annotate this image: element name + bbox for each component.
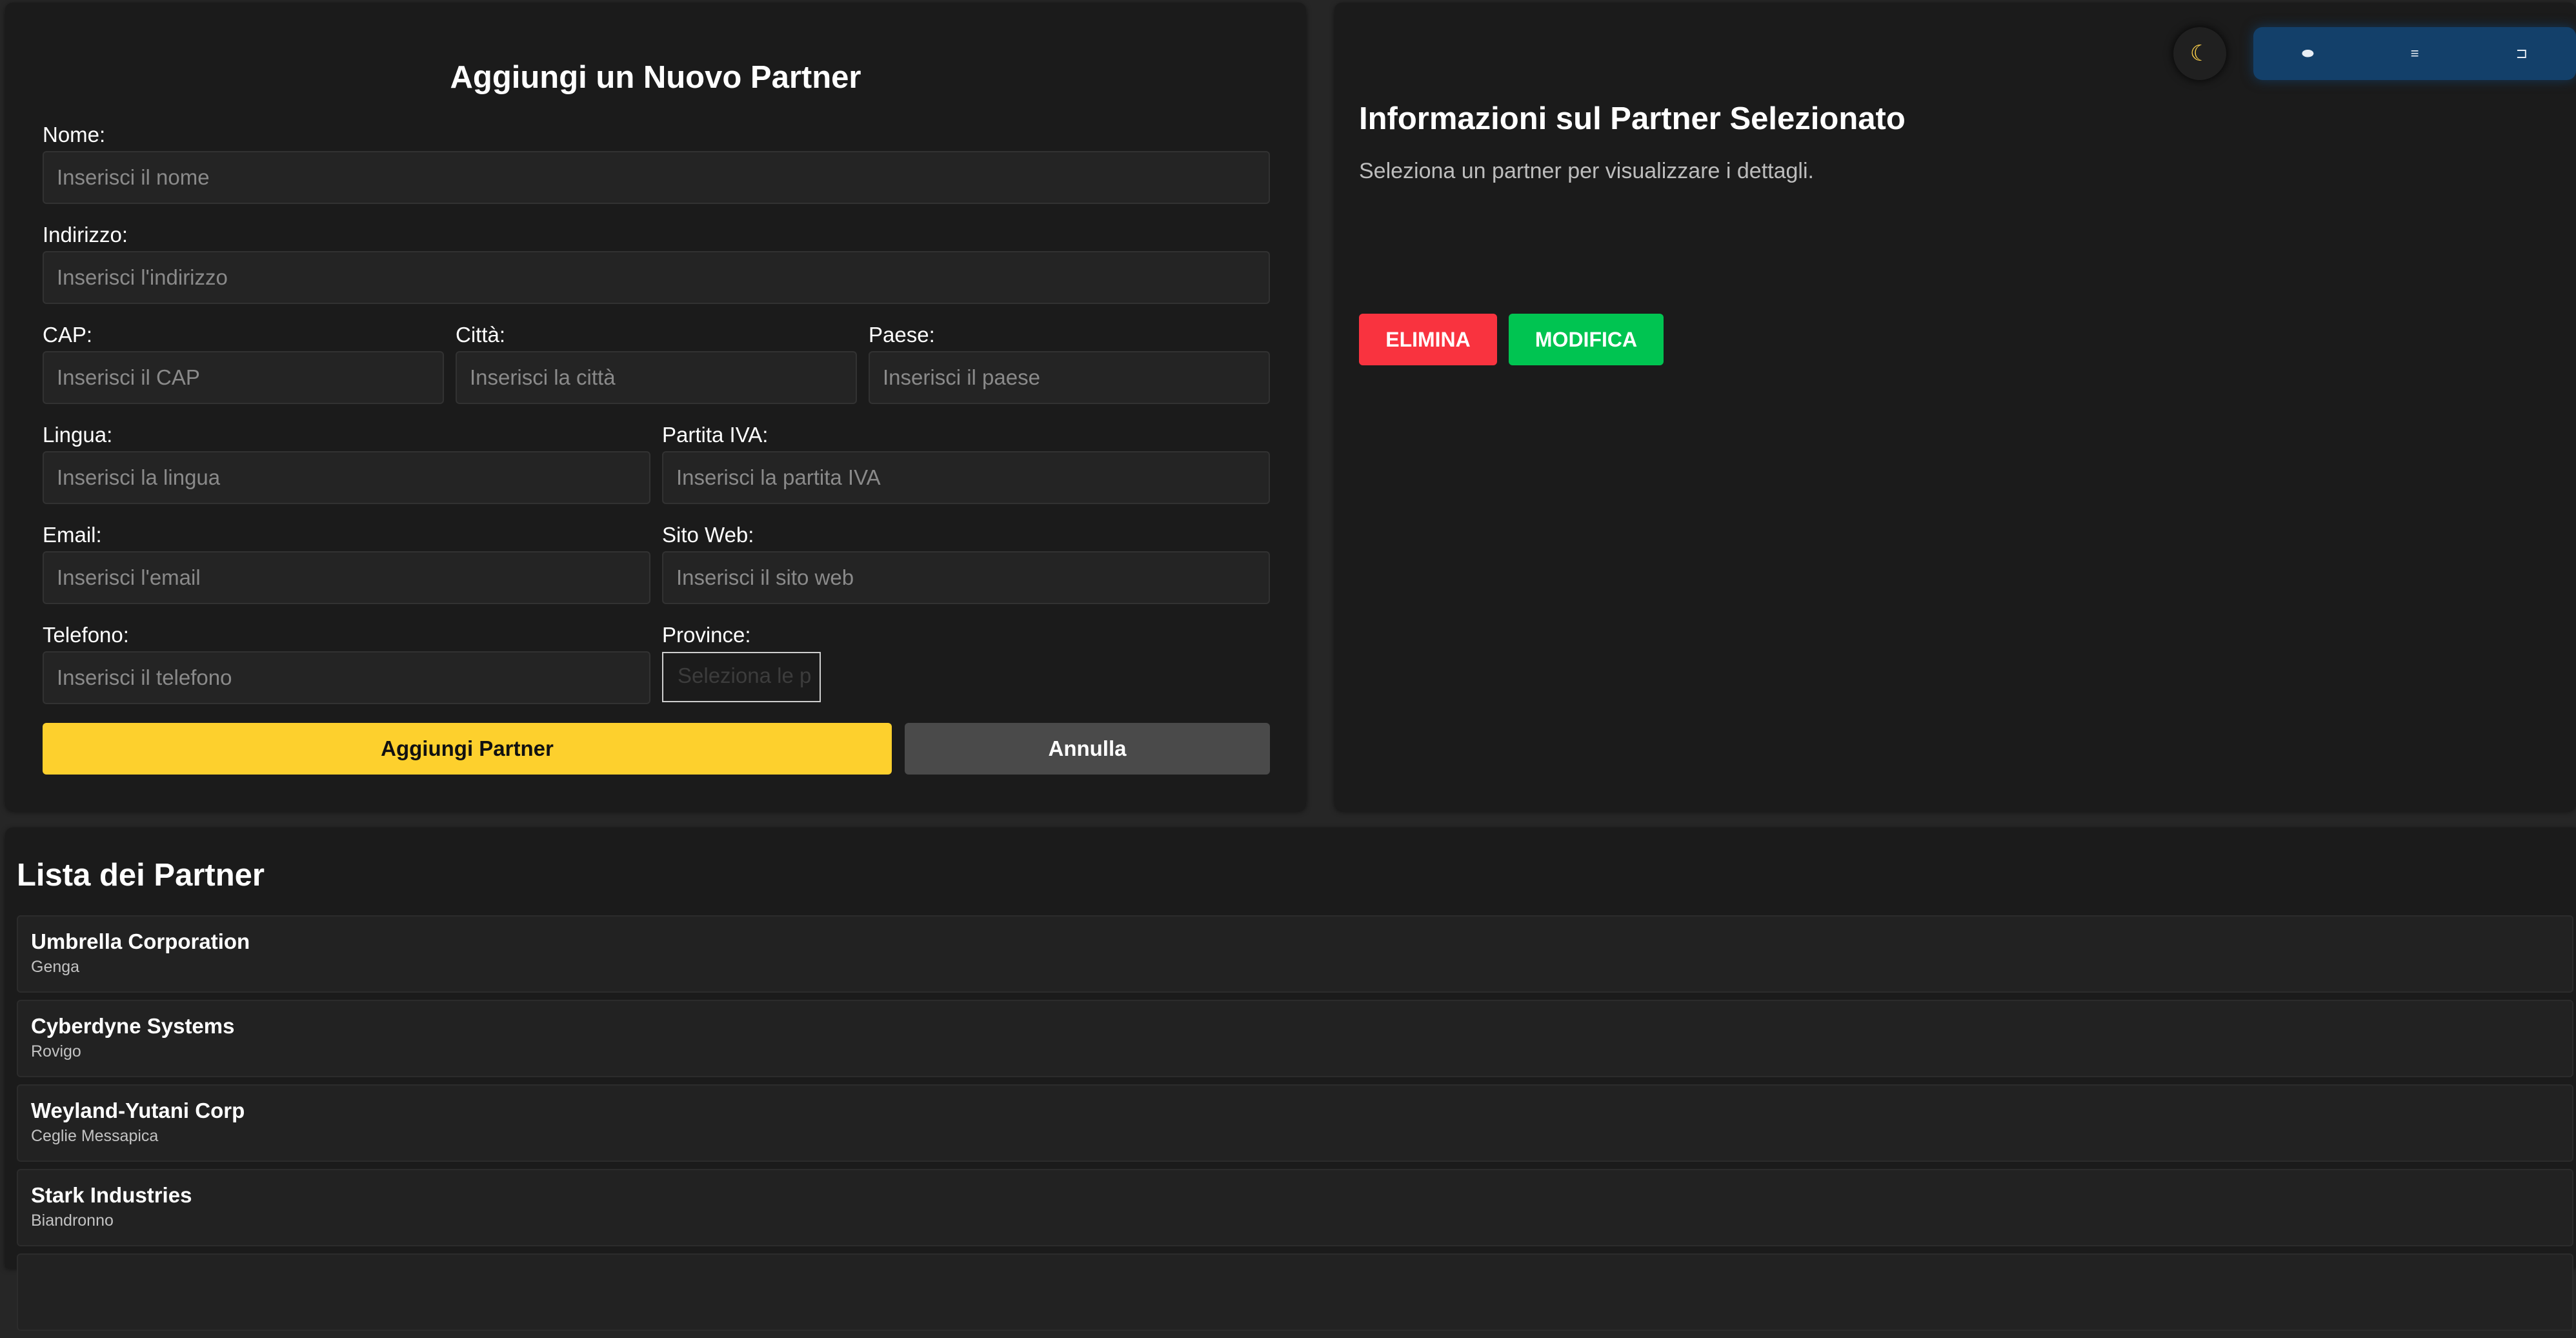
language-input[interactable]	[43, 451, 650, 504]
province-select[interactable]: Seleziona le p	[662, 652, 821, 702]
list-item[interactable]: Stark Industries Biandronno	[17, 1169, 2573, 1246]
list-item[interactable]: Umbrella Corporation Genga	[17, 915, 2573, 993]
email-input[interactable]	[43, 551, 650, 604]
cap-label: CAP:	[43, 323, 93, 347]
partner-city: Ceglie Messapica	[31, 1127, 159, 1145]
website-input[interactable]	[662, 551, 1270, 604]
address-input[interactable]	[43, 251, 1270, 304]
partner-info-panel: ☾ ⬬ ≡ ⊐ Informazioni sul Partner Selezio…	[1334, 3, 2576, 811]
list-item[interactable]: Weyland-Yutani Corp Ceglie Messapica	[17, 1084, 2573, 1162]
add-partner-form: Aggiungi un Nuovo Partner Nome: Indirizz…	[5, 3, 1306, 811]
city-input[interactable]	[456, 351, 857, 404]
list-item[interactable]: Cyberdyne Systems Rovigo	[17, 1000, 2573, 1077]
partner-name: Umbrella Corporation	[31, 929, 250, 953]
list-icon[interactable]: ≡	[2411, 45, 2419, 62]
vat-input[interactable]	[662, 451, 1270, 504]
delete-button[interactable]: ELIMINA	[1359, 314, 1497, 365]
add-partner-button[interactable]: Aggiungi Partner	[43, 723, 892, 775]
country-input[interactable]	[869, 351, 1270, 404]
info-subtitle: Seleziona un partner per visualizzare i …	[1359, 159, 1814, 183]
province-label: Province:	[662, 623, 751, 647]
moon-icon: ☾	[2189, 41, 2210, 66]
website-label: Sito Web:	[662, 523, 754, 547]
list-item[interactable]	[17, 1253, 2573, 1331]
form-title: Aggiungi un Nuovo Partner	[450, 60, 861, 95]
partner-city: Genga	[31, 958, 80, 976]
vat-label: Partita IVA:	[662, 423, 769, 447]
name-label: Nome:	[43, 123, 106, 147]
info-title: Informazioni sul Partner Selezionato	[1359, 101, 1906, 136]
phone-label: Telefono:	[43, 623, 129, 647]
edit-button[interactable]: MODIFICA	[1509, 314, 1664, 365]
partner-list: Umbrella Corporation Genga Cyberdyne Sys…	[17, 915, 2573, 1338]
email-label: Email:	[43, 523, 102, 547]
address-label: Indirizzo:	[43, 223, 128, 247]
partner-city: Rovigo	[31, 1042, 81, 1060]
cancel-button[interactable]: Annulla	[905, 723, 1270, 775]
cloud-icon[interactable]: ⬬	[2302, 45, 2314, 62]
panel-icon[interactable]: ⊐	[2516, 45, 2528, 62]
cap-input[interactable]	[43, 351, 444, 404]
language-label: Lingua:	[43, 423, 113, 447]
partner-name: Weyland-Yutani Corp	[31, 1099, 245, 1122]
view-switcher: ⬬ ≡ ⊐	[2253, 27, 2576, 80]
list-title: Lista dei Partner	[17, 858, 265, 893]
partner-name: Stark Industries	[31, 1183, 192, 1207]
country-label: Paese:	[869, 323, 935, 347]
phone-input[interactable]	[43, 651, 650, 704]
partner-name: Cyberdyne Systems	[31, 1014, 235, 1038]
name-input[interactable]	[43, 151, 1270, 204]
city-label: Città:	[456, 323, 506, 347]
partner-city: Biandronno	[31, 1211, 114, 1230]
partner-list-panel: Lista dei Partner Umbrella Corporation G…	[5, 827, 2576, 1331]
theme-toggle-button[interactable]: ☾	[2173, 27, 2226, 80]
